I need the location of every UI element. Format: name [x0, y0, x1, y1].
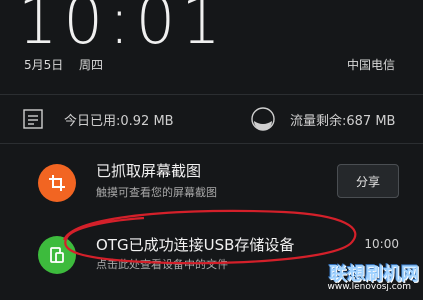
remaining-data-text: 流量剩余:687 MB [290, 114, 396, 129]
lockscreen-clock: 10:01 [18, 0, 227, 59]
watermark-url: www.lenovosj.com [327, 282, 411, 292]
crop-icon [38, 164, 76, 202]
screenshot-notification[interactable]: 已抓取屏幕截图 触摸可查看您的屏幕截图 分享 [0, 158, 423, 208]
highlight-ellipse [62, 209, 357, 265]
share-button[interactable]: 分享 [337, 164, 399, 198]
data-usage-icon [22, 108, 44, 130]
usage-divider [0, 143, 423, 144]
lockscreen-weekday: 周四 [79, 58, 104, 72]
data-usage-row[interactable]: 今日已用:0.92 MB 流量剩余:687 MB [0, 102, 423, 136]
screenshot-notification-subtitle: 触摸可查看您的屏幕截图 [96, 186, 217, 199]
lockscreen-date: 5月5日 [24, 58, 64, 72]
today-usage-text: 今日已用:0.92 MB [64, 114, 174, 129]
data-remaining-icon [250, 106, 276, 132]
carrier-label: 中国电信 [346, 58, 395, 72]
header-divider [0, 94, 423, 95]
watermark: 联想刷机网 www.lenovosj.com [299, 260, 419, 296]
otg-notification-time: 10:00 [364, 237, 399, 251]
screenshot-notification-title: 已抓取屏幕截图 [96, 162, 202, 180]
